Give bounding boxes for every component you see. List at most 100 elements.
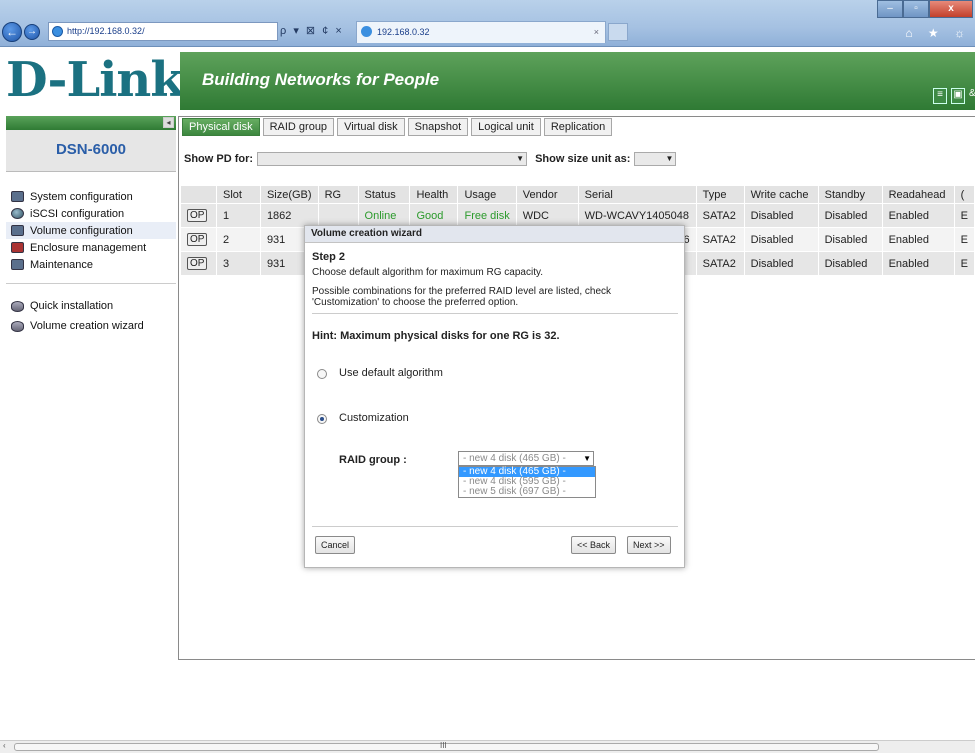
monitor-icon[interactable]: ▣ [951,88,965,104]
op-button[interactable]: OP [187,209,208,222]
raid-option[interactable]: - new 5 disk (697 GB) - [459,487,595,497]
raid-group-label: RAID group : [339,454,407,466]
divider [312,526,678,527]
cell-write-cache: Disabled [743,227,819,252]
sidebar-item-iscsi-configuration[interactable]: iSCSI configuration [6,205,176,222]
col-header [180,185,217,204]
tab-logical-unit[interactable]: Logical unit [471,118,541,136]
tab-virtual-disk[interactable]: Virtual disk [337,118,405,136]
sidebar-item-quick-installation[interactable]: Quick installation [6,296,176,316]
sidebar-item-maintenance[interactable]: Maintenance [6,256,176,273]
dlink-logo: D-Link® [6,53,190,107]
cell-more: E [953,203,975,228]
col-header: Serial [577,185,697,204]
chevron-down-icon: ▼ [516,154,525,163]
divider [312,313,678,314]
sidebar-item-label: Volume creation wizard [30,320,144,332]
cell-readahead: Enabled [881,227,955,252]
header-banner: D-Link® Building Networks for People ≡ ▣… [0,48,975,112]
show-pd-label: Show PD for: [184,153,254,165]
minimize-button[interactable]: – [877,0,903,18]
show-pd-select[interactable]: ▼ [257,152,528,166]
maintenance-icon [11,259,24,270]
cell-type: SATA2 [695,227,745,252]
cell-standby: Disabled [817,227,883,252]
close-window-button[interactable]: x [929,0,973,18]
tab-raid-group[interactable]: RAID group [262,118,335,136]
raid-group-value: - new 4 disk (465 GB) - [463,453,566,464]
col-header: Slot [215,185,261,204]
step-description: Choose default algorithm for maximum RG … [312,267,544,278]
browser-chrome: ← → http://192.168.0.32/ ρ ▾ ⊠ ¢ × 192.1… [0,0,975,47]
sidebar-item-label: Volume configuration [30,224,133,237]
op-button[interactable]: OP [187,257,208,270]
tab-replication[interactable]: Replication [543,118,613,136]
sidebar-item-label: iSCSI configuration [30,207,125,220]
back-icon[interactable]: ← [2,22,22,42]
sidebar-item-volume-creation-wizard[interactable]: Volume creation wizard [6,316,176,336]
customization-label: Customization [339,412,409,424]
database-icon[interactable]: ≡ [933,88,947,104]
cell-type: SATA2 [695,203,745,228]
sidebar: ◂ DSN-6000 System configuration iSCSI co… [6,116,176,661]
collapse-icon[interactable]: ◂ [163,117,174,128]
cancel-button[interactable]: Cancel [315,536,356,554]
back-button[interactable]: << Back [571,536,617,554]
col-header: Usage [457,185,517,204]
scroll-left-icon[interactable]: ‹ [3,741,6,750]
sidebar-item-volume-configuration[interactable]: Volume configuration [6,222,176,239]
cell-more: E [953,251,975,276]
enclosure-icon [11,242,24,253]
col-header: Readahead [881,185,955,204]
default-algorithm-radio[interactable] [317,369,327,379]
col-header: Type [695,185,745,204]
default-algorithm-label: Use default algorithm [339,367,443,379]
cell-standby: Disabled [817,203,883,228]
customization-radio[interactable] [317,414,327,424]
col-header: Standby [817,185,883,204]
tab-close-icon[interactable]: × [594,22,599,42]
browser-tab[interactable]: 192.168.0.32 × [356,21,606,43]
window-controls: – ▫ x [877,0,973,18]
col-header: ( [953,185,975,204]
tab-snapshot[interactable]: Snapshot [407,118,469,136]
sidebar-item-label: System configuration [30,190,133,203]
sidebar-item-label: Quick installation [30,300,114,312]
tab-title: 192.168.0.32 [377,27,430,37]
browser-toolbar-icons[interactable]: ⌂ ★ ☼ [905,26,971,40]
cell-standby: Disabled [817,251,883,276]
sidebar-header: ◂ [6,116,176,130]
globe-icon [11,208,24,219]
raid-group-select[interactable]: - new 4 disk (465 GB) - ▼ [458,451,594,466]
model-name: DSN-6000 [6,130,176,172]
address-tools[interactable]: ρ ▾ ⊠ ¢ × [280,24,344,37]
sidebar-item-system-configuration[interactable]: System configuration [6,188,176,205]
next-button[interactable]: Next >> [627,536,671,554]
chevron-down-icon: ▼ [583,454,591,463]
op-button[interactable]: OP [187,233,208,246]
cell-write-cache: Disabled [743,251,819,276]
col-header: Write cache [743,185,819,204]
address-bar[interactable]: http://192.168.0.32/ [48,22,278,41]
sidebar-item-enclosure-management[interactable]: Enclosure management [6,239,176,256]
maximize-button[interactable]: ▫ [903,0,929,18]
cell-more: E [953,227,975,252]
tab-physical-disk[interactable]: Physical disk [182,118,260,136]
cell-slot: 3 [215,251,261,276]
horizontal-scrollbar[interactable]: ‹ III [0,740,975,753]
scroll-grip-icon: III [440,741,447,750]
cell-serial: WD-WCAVY1405048 [577,203,697,228]
cell-health: Good [409,203,459,228]
cell-slot: 2 [215,227,261,252]
hint-text: Hint: Maximum physical disks for one RG … [312,330,560,342]
new-tab-button[interactable] [608,23,628,41]
step-note: Possible combinations for the preferred … [312,286,612,308]
col-header: Status [357,185,411,204]
cell-rg [317,203,359,228]
user-icon[interactable]: & [969,88,975,104]
forward-icon[interactable]: → [24,24,40,40]
ie-icon [361,26,372,37]
cell-status: Online [357,203,411,228]
dialog-title: Volume creation wizard [305,226,684,243]
size-unit-select[interactable]: ▼ [634,152,677,166]
